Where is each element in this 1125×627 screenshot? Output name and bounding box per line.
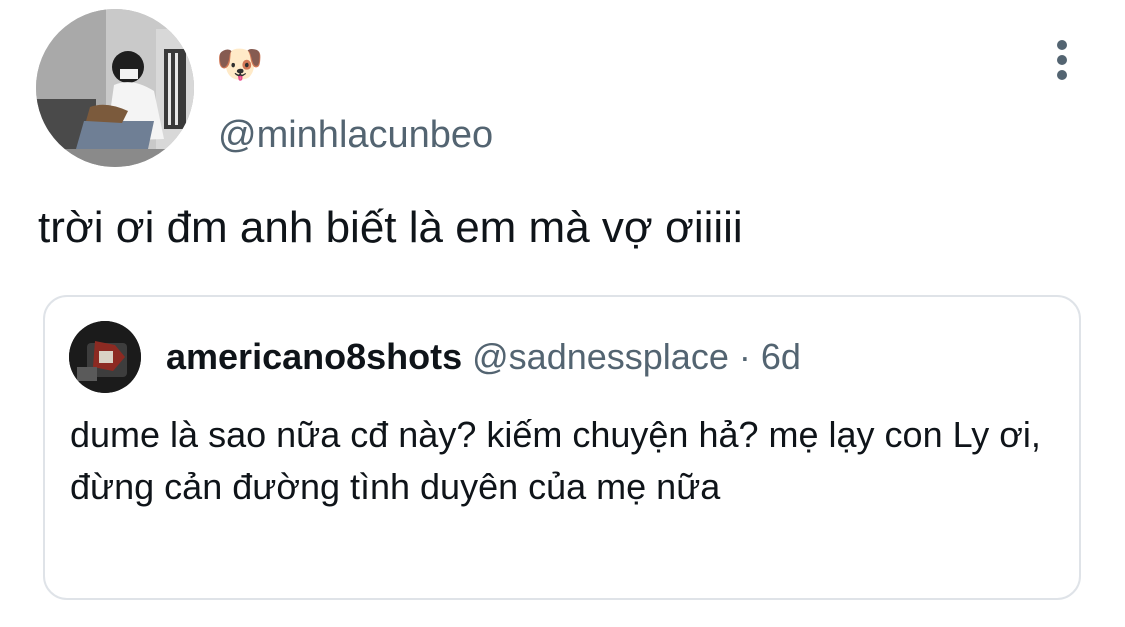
quoted-tweet-text: dume là sao nữa cđ này? kiếm chuyện hả? … — [70, 414, 1041, 507]
quoted-author-avatar — [69, 321, 141, 393]
quoted-author-name[interactable]: americano8shots — [166, 336, 462, 377]
author-display-name[interactable]: 🐶 — [216, 40, 263, 88]
quoted-tweet-card[interactable]: americano8shots @sadnessplace · 6d dume … — [43, 295, 1081, 600]
quoted-timestamp[interactable]: 6d — [761, 336, 801, 377]
tweet-text: trời ơi đm anh biết là em mà vợ ơiiiii — [38, 203, 743, 252]
quoted-avatar-photo — [69, 321, 141, 393]
quoted-separator: · — [738, 336, 751, 377]
more-vertical-icon — [1057, 40, 1067, 80]
avatar-photo — [36, 9, 194, 167]
author-avatar[interactable] — [36, 9, 194, 167]
quoted-tweet-header: americano8shots @sadnessplace · 6d — [166, 335, 801, 379]
more-options-button[interactable] — [1044, 36, 1080, 86]
quoted-author-handle[interactable]: @sadnessplace — [472, 336, 729, 377]
author-handle[interactable]: @minhlacunbeo — [218, 112, 493, 158]
